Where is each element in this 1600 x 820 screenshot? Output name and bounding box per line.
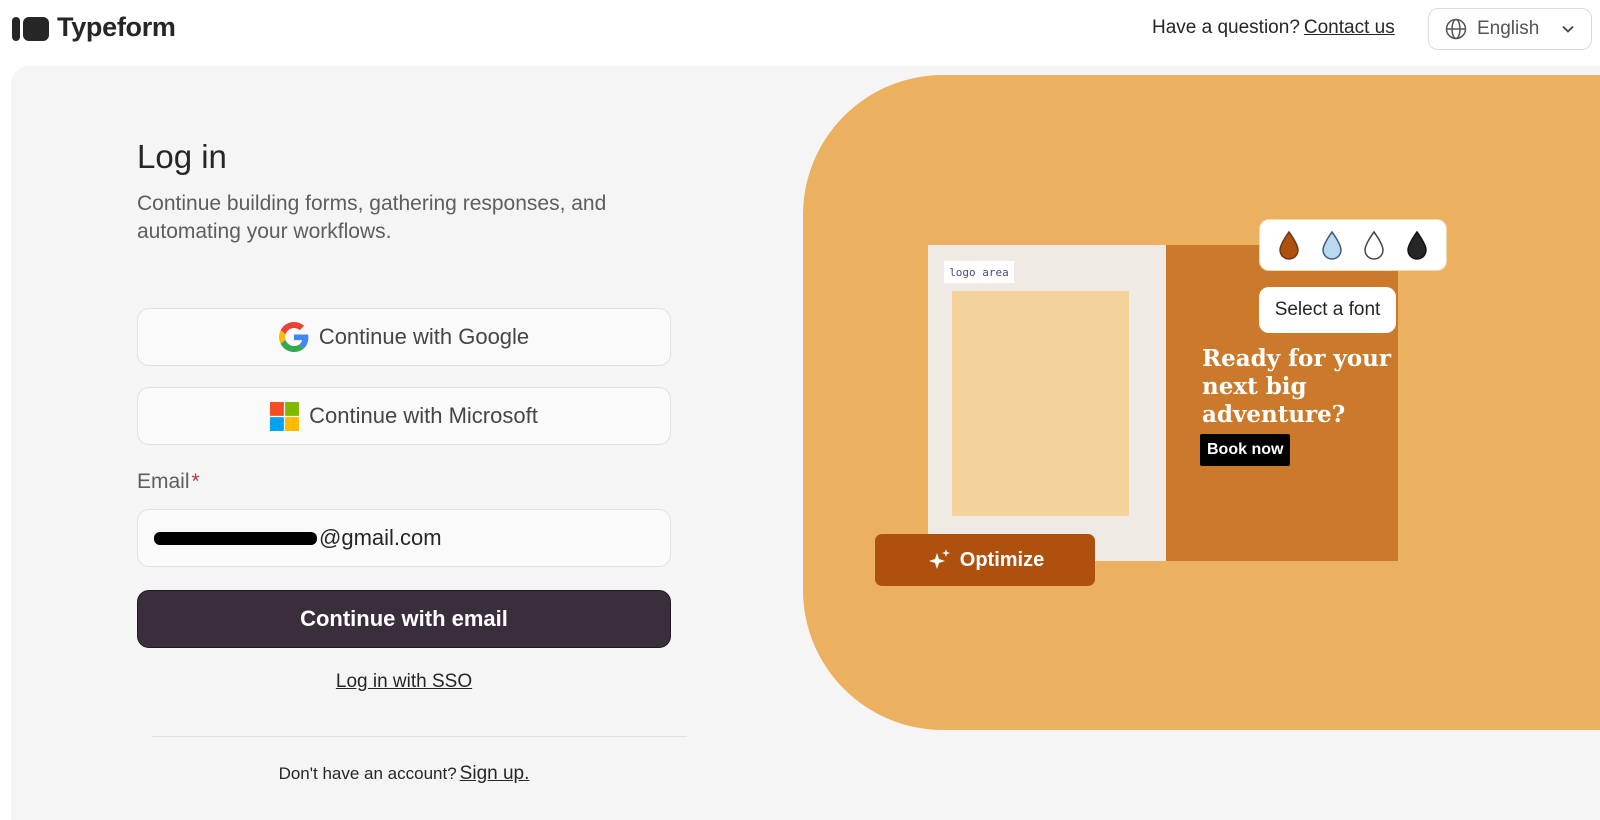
continue-with-microsoft-button[interactable]: Continue with Microsoft (137, 387, 671, 445)
contact-us-link[interactable]: Contact us (1304, 17, 1395, 38)
chevron-down-icon (1562, 25, 1574, 33)
continue-with-email-button[interactable]: Continue with email (137, 590, 671, 648)
select-font-button[interactable]: Select a font (1259, 287, 1396, 333)
required-asterisk: * (191, 470, 200, 493)
email-field[interactable]: @gmail.com (137, 509, 671, 567)
email-label: Email* (137, 470, 200, 494)
preview-headline: Ready for your next big adventure? (1202, 345, 1392, 428)
signup-prompt-text: Don't have an account? (278, 764, 457, 783)
email-value: @gmail.com (319, 525, 442, 550)
language-label: English (1477, 18, 1540, 39)
typeform-logo-icon (12, 14, 49, 42)
redacted-text (154, 531, 317, 545)
language-selector[interactable]: English (1428, 8, 1592, 50)
drop-icon-white[interactable] (1362, 230, 1386, 260)
signup-prompt: Don't have an account? Sign up. (137, 763, 671, 785)
promo-illustration: logo area Ready for your next big advent… (803, 75, 1600, 730)
drop-icon-black[interactable] (1405, 230, 1429, 260)
help-question: Have a question? (1152, 17, 1300, 38)
microsoft-icon (270, 401, 300, 431)
divider (152, 736, 687, 737)
image-placeholder (952, 291, 1129, 516)
drop-icon-brown[interactable] (1277, 230, 1301, 260)
globe-icon (1445, 18, 1467, 40)
sign-up-link[interactable]: Sign up. (460, 763, 530, 784)
top-header: Typeform Have a question? Contact us Engl… (0, 0, 1600, 60)
optimize-button[interactable]: Optimize (875, 534, 1095, 586)
page-subtitle: Continue building forms, gathering respo… (137, 192, 607, 243)
optimize-label: Optimize (959, 548, 1045, 571)
color-swatch-picker (1259, 219, 1447, 271)
email-label-text: Email (137, 470, 190, 493)
page-title: Log in (137, 138, 227, 175)
help-text: Have a question? Contact us (1152, 17, 1395, 39)
form-preview-left: logo area (928, 245, 1166, 561)
google-button-label: Continue with Google (318, 324, 530, 349)
continue-with-google-button[interactable]: Continue with Google (137, 308, 671, 366)
microsoft-button-label: Continue with Microsoft (309, 403, 538, 428)
logo-area-placeholder: logo area (944, 261, 1014, 283)
sso-login-link[interactable]: Log in with SSO (137, 671, 671, 693)
drop-icon-light-blue[interactable] (1320, 230, 1344, 260)
sparkle-icon (928, 549, 950, 569)
google-icon (278, 322, 309, 352)
brand-name: Typeform (57, 12, 176, 42)
typeform-logo[interactable]: Typeform (12, 12, 176, 43)
book-now-button: Book now (1200, 434, 1291, 466)
